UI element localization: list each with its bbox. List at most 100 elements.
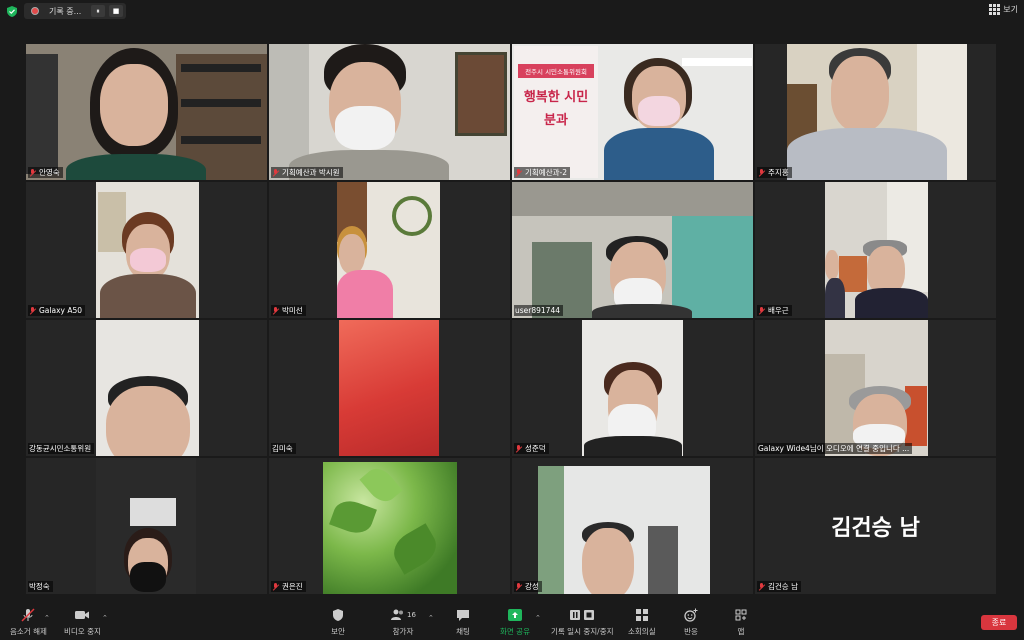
participant-name-tag: 김미숙 — [271, 443, 296, 454]
participants-icon-group: 16 — [389, 608, 417, 622]
meeting-toolbar: 음소거 해제 ⌃ 비디오 중지 ⌃ 보안 16 참가자 ⌃ 채팅 화면 공유 ⌃… — [0, 604, 1024, 640]
video-tile[interactable]: 박정숙 — [26, 458, 267, 594]
video-options-chevron-icon[interactable]: ⌃ — [102, 614, 108, 622]
participant-name: 안영숙 — [39, 168, 60, 177]
participant-video — [26, 44, 267, 180]
apps-label: 앱 — [737, 627, 745, 636]
participant-name: 박미선 — [282, 306, 303, 315]
participant-name: 강동균시민소통위원 — [29, 444, 92, 453]
reactions-button[interactable]: 반응 — [683, 608, 699, 637]
participant-name-tag: 박정숙 — [28, 581, 53, 592]
muted-mic-icon — [515, 168, 522, 177]
breakout-rooms-icon — [635, 609, 648, 621]
chat-label: 채팅 — [456, 627, 470, 636]
video-tile[interactable]: Galaxy Wide4님이 오디오에 연결 중입니다 ... — [755, 320, 996, 456]
share-screen-label: 화면 공유 — [500, 627, 530, 636]
participant-name-tag: 강성 — [514, 581, 542, 592]
top-bar: 기록 중... ⏸ ■ 보기 — [0, 0, 1024, 22]
pause-recording-button[interactable]: ⏸ — [91, 5, 105, 17]
participant-video — [337, 182, 440, 318]
muted-mic-icon — [515, 582, 522, 591]
unmute-button[interactable]: 음소거 해제 — [10, 608, 47, 637]
video-tile[interactable]: 성준덕 — [512, 320, 753, 456]
participant-video — [96, 182, 199, 318]
participant-name-tag: 박미선 — [271, 305, 306, 316]
participant-video — [825, 320, 928, 456]
video-tile[interactable]: 배우근 — [755, 182, 996, 318]
shield-check-icon[interactable] — [7, 6, 17, 17]
video-tile-active-speaker[interactable]: 전주시 시민소통위원회 행복한 시민 분과 기획예산과-2 — [512, 44, 753, 180]
video-tile[interactable]: user891744 — [512, 182, 753, 318]
view-button[interactable]: 보기 — [989, 4, 1018, 15]
muted-mic-icon — [515, 444, 522, 453]
pause-stop-recording-label: 기록 일시 중지/중지 — [551, 627, 614, 636]
participant-name: user891744 — [515, 306, 560, 315]
banner-top-text: 전주시 시민소통위원회 — [518, 64, 594, 78]
participant-video — [323, 462, 457, 594]
muted-mic-icon — [758, 168, 765, 177]
participant-name: 기획예산과 박시원 — [282, 168, 340, 177]
chat-button[interactable]: 채팅 — [455, 608, 471, 637]
banner-sub-text: 분과 — [544, 113, 568, 128]
video-tile[interactable]: 김건승 남 김건승 남 — [755, 458, 996, 594]
video-tile[interactable]: 권은진 — [269, 458, 510, 594]
video-tile[interactable]: 주지홍 — [755, 44, 996, 180]
video-tile[interactable]: 기획예산과 박시원 — [269, 44, 510, 180]
participants-options-chevron-icon[interactable]: ⌃ — [428, 614, 434, 622]
participant-name: 김미숙 — [272, 444, 293, 453]
muted-mic-icon — [29, 306, 36, 315]
participant-video — [96, 320, 199, 456]
share-screen-button[interactable]: 화면 공유 — [500, 608, 530, 637]
recording-dot-icon — [31, 7, 39, 15]
security-button[interactable]: 보안 — [330, 608, 346, 637]
video-tile[interactable]: 김미숙 — [269, 320, 510, 456]
muted-mic-icon — [272, 306, 279, 315]
participant-video — [512, 182, 753, 318]
participant-name-tag: 배우근 — [757, 305, 792, 316]
muted-mic-icon — [758, 582, 765, 591]
participant-name: Galaxy Wide4님이 오디오에 연결 중입니다 ... — [758, 444, 910, 453]
event-banner: 전주시 시민소통위원회 행복한 시민 분과 — [514, 46, 598, 178]
participant-name-tag: 김건승 남 — [757, 581, 801, 592]
breakout-rooms-label: 소회의실 — [628, 627, 656, 636]
participant-video — [825, 182, 928, 318]
participant-name-tag: 기획예산과-2 — [514, 167, 570, 178]
record-pause-stop-icon — [570, 610, 595, 620]
apps-button[interactable]: 앱 — [733, 608, 749, 637]
participant-name-tag: Galaxy Wide4님이 오디오에 연결 중입니다 ... — [757, 443, 913, 454]
apps-icon — [735, 609, 747, 621]
participant-name: 박정숙 — [29, 582, 50, 591]
video-tile[interactable]: 박미선 — [269, 182, 510, 318]
video-tile[interactable]: 강동균시민소통위원 — [26, 320, 267, 456]
participant-video — [339, 320, 439, 456]
end-meeting-button[interactable]: 종료 — [981, 615, 1017, 630]
participants-button[interactable]: 16 참가자 — [389, 608, 417, 637]
view-label: 보기 — [1003, 5, 1018, 14]
participant-video — [538, 466, 710, 594]
participant-name-tag: 주지홍 — [757, 167, 792, 178]
security-shield-icon — [333, 609, 343, 621]
participant-name: 김건승 남 — [768, 582, 798, 591]
participant-name-tag: 성준덕 — [514, 443, 549, 454]
pause-stop-recording-button[interactable]: 기록 일시 중지/중지 — [551, 608, 614, 637]
unmute-label: 음소거 해제 — [10, 627, 47, 636]
audio-options-chevron-icon[interactable]: ⌃ — [44, 614, 50, 622]
video-tile[interactable]: 강성 — [512, 458, 753, 594]
share-options-chevron-icon[interactable]: ⌃ — [535, 614, 541, 622]
participant-video — [582, 320, 683, 456]
people-icon — [391, 609, 404, 620]
muted-mic-icon — [21, 608, 35, 622]
recording-indicator: 기록 중... ⏸ ■ — [24, 3, 126, 19]
grid-view-icon — [989, 4, 1001, 15]
muted-mic-icon — [272, 168, 279, 177]
stop-recording-button[interactable]: ■ — [109, 5, 123, 17]
breakout-rooms-button[interactable]: 소회의실 — [628, 608, 656, 637]
participant-video: 전주시 시민소통위원회 행복한 시민 분과 — [512, 44, 753, 180]
stop-video-button[interactable]: 비디오 중지 — [64, 608, 101, 637]
participant-name: Galaxy A50 — [39, 306, 83, 315]
participant-name: 강성 — [525, 582, 539, 591]
video-tile[interactable]: 안영숙 — [26, 44, 267, 180]
participant-name: 주지홍 — [768, 168, 789, 177]
video-tile[interactable]: Galaxy A50 — [26, 182, 267, 318]
participant-video — [96, 458, 196, 594]
